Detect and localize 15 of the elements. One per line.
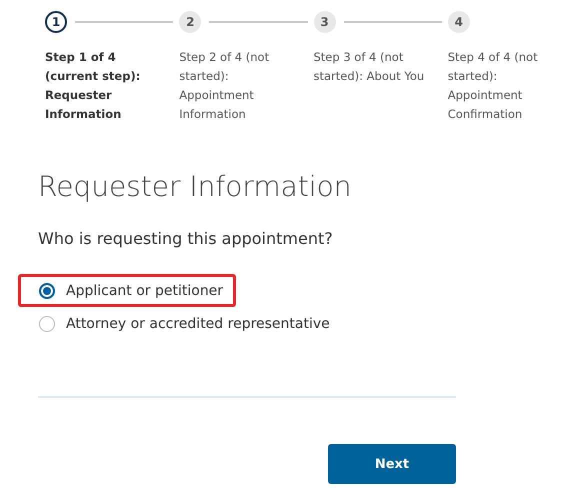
step-number: 4 bbox=[448, 11, 470, 33]
step-number: 1 bbox=[45, 11, 67, 33]
radio-button[interactable] bbox=[39, 316, 55, 332]
step-label: Step 3 of 4 (not started): About You bbox=[314, 49, 426, 85]
next-button[interactable]: Next bbox=[328, 444, 456, 484]
radio-option[interactable]: Attorney or accredited representative bbox=[18, 307, 343, 340]
question-text: Who is requesting this appointment? bbox=[38, 229, 334, 248]
step-label: Step 4 of 4 (not started): Appointment Confirmation bbox=[448, 49, 539, 123]
step-label: Step 1 of 4 (current step): Requester Information bbox=[45, 49, 142, 123]
step-number: 2 bbox=[179, 11, 202, 33]
radio-option[interactable]: Applicant or petitioner bbox=[18, 274, 236, 307]
step-label: Step 2 of 4 (not started): Appointment Information bbox=[179, 49, 270, 123]
step-number: 3 bbox=[314, 11, 336, 33]
radio-button[interactable] bbox=[39, 282, 55, 298]
page-heading: Requester Information bbox=[38, 170, 352, 203]
